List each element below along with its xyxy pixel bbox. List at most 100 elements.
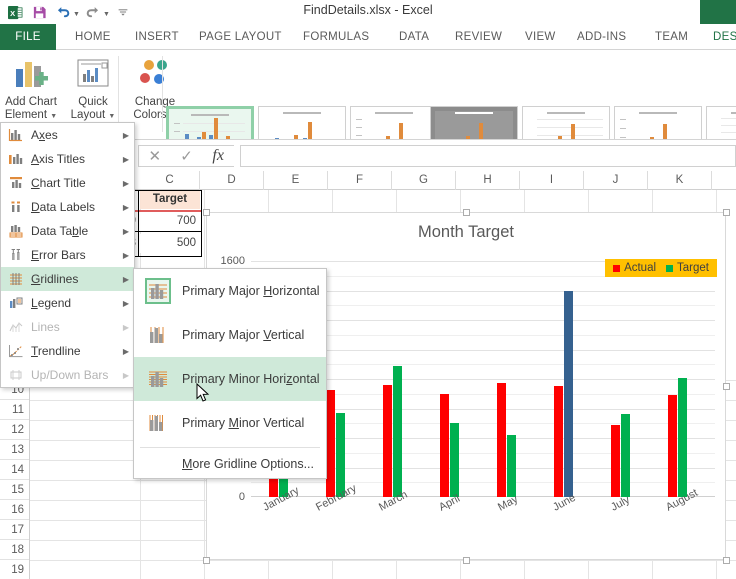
submenu-item-more-gridline-options[interactable]: More Gridline Options... xyxy=(134,450,326,478)
bar-target-august[interactable] xyxy=(678,377,687,497)
bar-actual-august[interactable] xyxy=(668,395,677,497)
chart-handle-bottom-left[interactable] xyxy=(203,557,210,564)
menu-item-data-labels[interactable]: Data Labels ▶ xyxy=(1,195,134,219)
chart-style-item-7[interactable] xyxy=(706,106,736,139)
bar-actual-march[interactable] xyxy=(383,384,392,497)
chevron-right-icon: ▶ xyxy=(122,226,130,236)
column-header-f[interactable]: F xyxy=(328,171,392,190)
tab-add-ins[interactable]: ADD-INS xyxy=(568,24,635,50)
column-header-j[interactable]: J xyxy=(584,171,648,190)
row-header-12[interactable]: 12 xyxy=(0,420,29,440)
major-horizontal-icon xyxy=(134,278,182,304)
bar-target-july[interactable] xyxy=(621,414,630,497)
bar-actual-june[interactable] xyxy=(554,385,563,497)
bar-target-february[interactable] xyxy=(336,412,345,497)
menu-item-up-down-bars-label: Up/Down Bars xyxy=(31,368,109,382)
chart-title[interactable]: Month Target xyxy=(207,223,725,242)
tab-review[interactable]: REVIEW xyxy=(446,24,511,50)
tab-home[interactable]: HOME xyxy=(66,24,120,50)
row-header-15[interactable]: 15 xyxy=(0,480,29,500)
submenu-item-primary-major-horizontal[interactable]: Primary Major Horizontal xyxy=(134,269,326,313)
ribbon-tab-strip: FILE HOME INSERT PAGE LAYOUT FORMULAS DA… xyxy=(0,0,736,50)
chart-style-item-6[interactable] xyxy=(614,106,702,139)
row-header-13[interactable]: 13 xyxy=(0,440,29,460)
tab-insert[interactable]: INSERT xyxy=(126,24,188,50)
check-icon[interactable]: ✓ xyxy=(171,146,203,166)
submenu-item-primary-minor-horizontal[interactable]: Primary Minor Horizontal xyxy=(134,357,326,401)
bar-target-june-selected[interactable] xyxy=(564,290,573,497)
menu-item-error-bars[interactable]: Error Bars ▶ xyxy=(1,243,134,267)
bar-actual-february[interactable] xyxy=(326,390,335,497)
column-header-c[interactable]: C xyxy=(140,171,200,190)
bar-target-may[interactable] xyxy=(507,434,516,497)
menu-item-axes[interactable]: Axes ▶ xyxy=(1,123,134,147)
column-header-k[interactable]: K xyxy=(648,171,712,190)
chevron-right-icon: ▶ xyxy=(122,322,130,332)
row-header-18[interactable]: 18 xyxy=(0,540,29,560)
row-header-14[interactable]: 14 xyxy=(0,460,29,480)
bar-target-march[interactable] xyxy=(393,365,402,497)
menu-item-axis-titles[interactable]: Axis Titles ▶ xyxy=(1,147,134,171)
tab-design[interactable]: DES xyxy=(704,24,736,50)
chart-style-item-2[interactable] xyxy=(258,106,346,139)
chart-style-item-3[interactable] xyxy=(350,106,438,139)
tab-team[interactable]: TEAM xyxy=(646,24,697,50)
formula-input[interactable] xyxy=(240,145,736,167)
add-chart-element-label-2: Element xyxy=(4,109,48,121)
tab-page-layout[interactable]: PAGE LAYOUT xyxy=(190,24,291,50)
row-header-19[interactable]: 19 xyxy=(0,560,29,579)
menu-item-legend[interactable]: Legend ▶ xyxy=(1,291,134,315)
chart-handle-top-center[interactable] xyxy=(463,209,470,216)
column-header-i[interactable]: I xyxy=(520,171,584,190)
updown-bars-icon xyxy=(1,363,31,387)
chart-handle-middle-right[interactable] xyxy=(723,383,730,390)
fx-icon[interactable]: fx xyxy=(202,146,234,166)
chart-style-item-5[interactable] xyxy=(522,106,610,139)
bar-actual-may[interactable] xyxy=(497,383,506,497)
menu-item-trendline[interactable]: Trendline ▶ xyxy=(1,339,134,363)
submenu-item-primary-minor-vertical-label: Primary Minor Vertical xyxy=(182,416,305,430)
design-context-accent xyxy=(700,0,736,24)
tab-data[interactable]: DATA xyxy=(390,24,438,50)
chart-handle-bottom-center[interactable] xyxy=(463,557,470,564)
row-header-11[interactable]: 11 xyxy=(0,400,29,420)
submenu-item-primary-minor-vertical[interactable]: Primary Minor Vertical xyxy=(134,401,326,445)
chevron-right-icon: ▶ xyxy=(122,346,130,356)
chart-handle-top-right[interactable] xyxy=(723,209,730,216)
axes-icon xyxy=(1,123,31,147)
tab-formulas[interactable]: FORMULAS xyxy=(294,24,378,50)
cell-column-divider xyxy=(138,190,139,257)
column-header-e[interactable]: E xyxy=(264,171,328,190)
menu-item-lines: Lines ▶ xyxy=(1,315,134,339)
submenu-item-primary-major-vertical[interactable]: Primary Major Vertical xyxy=(134,313,326,357)
chart-title-icon xyxy=(1,171,31,195)
chevron-down-icon[interactable]: ▼ xyxy=(108,113,115,120)
column-header-h[interactable]: H xyxy=(456,171,520,190)
chevron-down-icon[interactable]: ▼ xyxy=(50,113,57,120)
tab-file[interactable]: FILE xyxy=(0,24,56,50)
tab-view[interactable]: VIEW xyxy=(516,24,565,50)
menu-item-gridlines-label: Gridlines xyxy=(31,272,79,286)
chart-handle-top-left[interactable] xyxy=(203,209,210,216)
menu-item-chart-title[interactable]: Chart Title ▶ xyxy=(1,171,134,195)
row-header-16[interactable]: 16 xyxy=(0,500,29,520)
bar-target-april[interactable] xyxy=(450,423,459,497)
menu-item-data-table-label: Data Table xyxy=(31,224,89,238)
ribbon-separator xyxy=(118,56,119,132)
legend-item-target[interactable]: Target xyxy=(666,262,709,274)
bar-actual-july[interactable] xyxy=(611,424,620,497)
chart-style-item-4[interactable] xyxy=(430,106,518,139)
cancel-icon[interactable]: ✕ xyxy=(139,146,171,166)
chart-style-item-1[interactable] xyxy=(166,106,254,139)
row-header-17[interactable]: 17 xyxy=(0,520,29,540)
menu-item-data-table[interactable]: Data Table ▶ xyxy=(1,219,134,243)
bar-actual-april[interactable] xyxy=(440,393,449,497)
menu-item-gridlines[interactable]: Gridlines ▶ xyxy=(1,267,134,291)
lines-icon xyxy=(1,315,31,339)
column-header-g[interactable]: G xyxy=(392,171,456,190)
legend-item-actual[interactable]: Actual xyxy=(613,262,656,274)
chart-handle-bottom-right[interactable] xyxy=(723,557,730,564)
add-chart-element-label-1: Add Chart xyxy=(5,96,57,108)
chart-legend[interactable]: Actual Target xyxy=(605,259,717,277)
column-header-d[interactable]: D xyxy=(200,171,264,190)
